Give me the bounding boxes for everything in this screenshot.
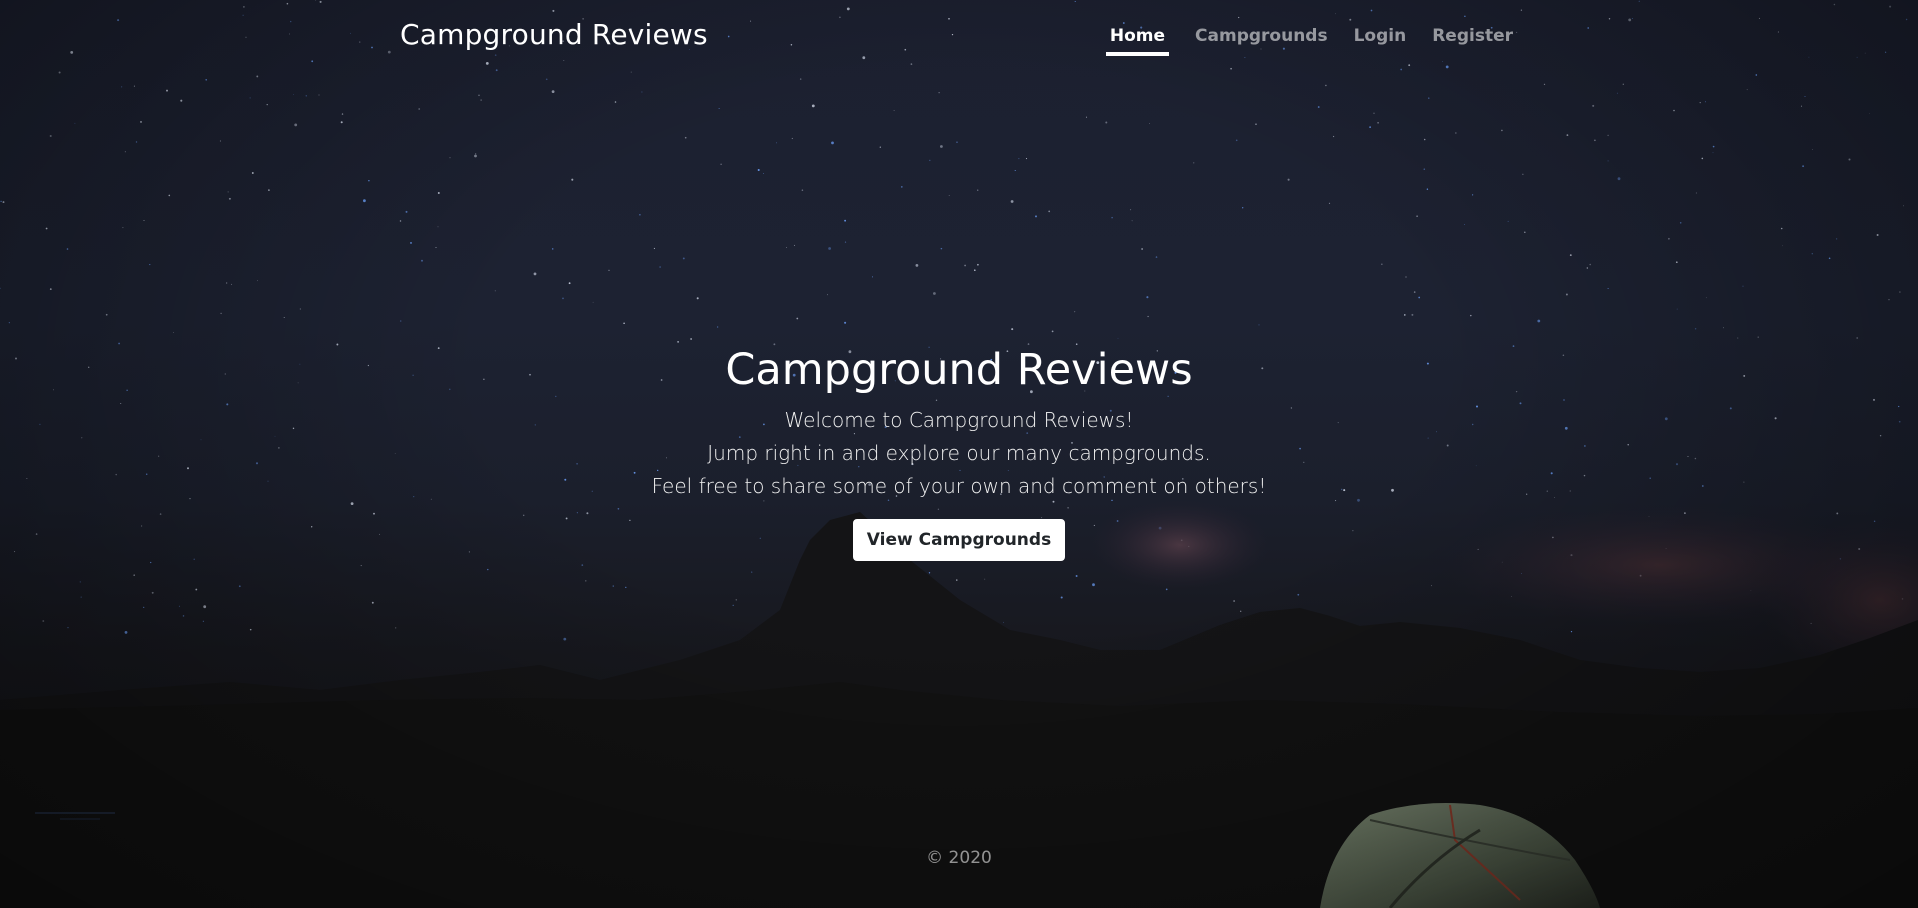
brand-logo[interactable]: Campground Reviews	[400, 18, 708, 51]
nav-home[interactable]: Home	[1105, 22, 1170, 56]
nav-register[interactable]: Register	[1432, 22, 1513, 56]
site-header: Campground Reviews Home Campgrounds Logi…	[0, 0, 1918, 70]
nav-campgrounds[interactable]: Campgrounds	[1195, 22, 1328, 56]
hero-welcome-text: Welcome to Campground Reviews!	[784, 408, 1134, 432]
hero-title: Campground Reviews	[725, 345, 1193, 395]
view-campgrounds-button[interactable]: View Campgrounds	[852, 519, 1066, 561]
hero-share-text: Feel free to share some of your own and …	[651, 474, 1267, 498]
nav-login[interactable]: Login	[1354, 22, 1407, 56]
hero-explore-text: Jump right in and explore our many campg…	[707, 441, 1211, 465]
copyright-text: © 2020	[926, 848, 992, 868]
site-footer: © 2020	[0, 848, 1918, 868]
hero-section: Campground Reviews Welcome to Campground…	[0, 340, 1918, 561]
background-image: Campground Reviews Home Campgrounds Logi…	[0, 0, 1918, 908]
main-nav: Home Campgrounds Login Register	[1080, 22, 1513, 56]
